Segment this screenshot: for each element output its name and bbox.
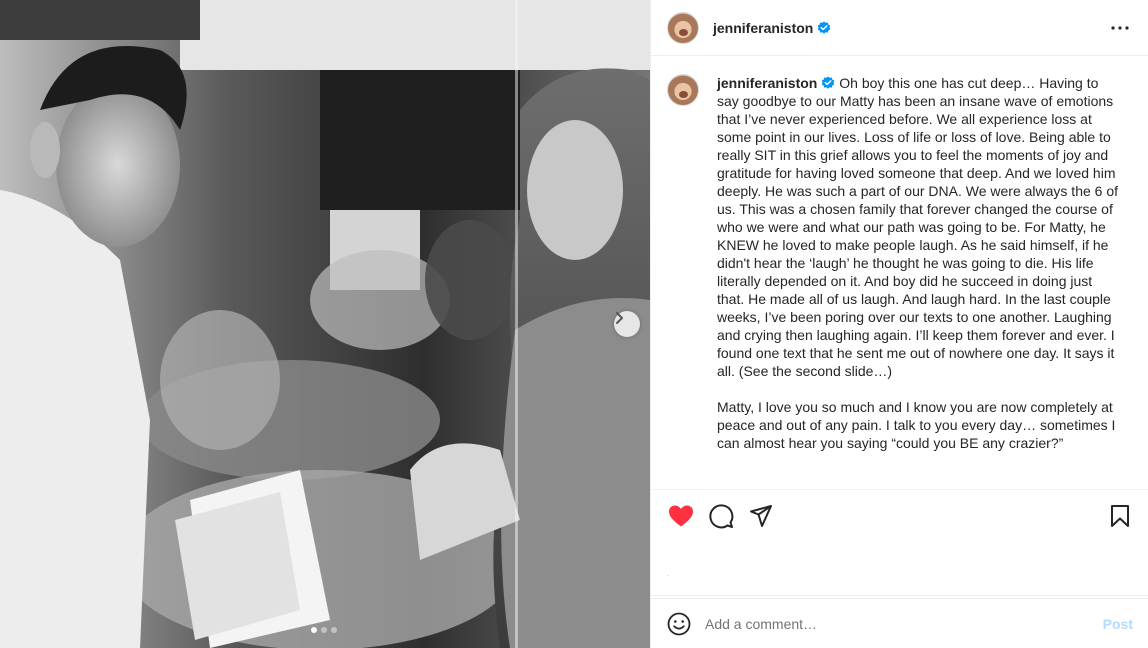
verified-badge-icon (818, 21, 831, 34)
share-icon (750, 505, 772, 527)
post-caption: jenniferaniston Oh boy this one has cut … (667, 74, 1132, 470)
emoji-icon (667, 612, 691, 635)
more-options-button[interactable] (1108, 16, 1132, 40)
emoji-button[interactable] (667, 612, 691, 636)
carousel-dot (331, 627, 337, 633)
post-details-panel: jenniferaniston jenniferaniston Oh boy t… (650, 0, 1148, 648)
post-media-carousel[interactable] (0, 0, 650, 648)
more-horizontal-icon (1111, 25, 1129, 30)
comment-button[interactable] (707, 502, 735, 530)
bookmark-icon (1111, 505, 1129, 527)
like-button[interactable] (667, 502, 695, 530)
carousel-dot (321, 627, 327, 633)
author-avatar[interactable] (667, 11, 699, 44)
post-comment-button[interactable]: Post (1103, 616, 1133, 632)
comment-bar: Post (651, 598, 1148, 648)
caption-paragraph: Matty, I love you so much and I know you… (717, 399, 1120, 451)
share-button[interactable] (747, 502, 775, 530)
save-button[interactable] (1106, 502, 1134, 530)
carousel-next-button[interactable] (614, 311, 640, 337)
caption-text: jenniferaniston Oh boy this one has cut … (717, 74, 1123, 470)
caption-author-avatar[interactable] (667, 74, 699, 106)
verified-badge-icon (822, 76, 835, 89)
carousel-indicator (311, 627, 337, 633)
caption-username[interactable]: jenniferaniston (717, 75, 817, 91)
post-photo (0, 0, 650, 648)
comment-icon (709, 504, 734, 529)
comment-input[interactable] (705, 615, 1103, 632)
post-header: jenniferaniston (651, 0, 1148, 56)
author-username[interactable]: jenniferaniston (713, 20, 813, 36)
likes-text: . (667, 572, 669, 578)
caption-paragraph: jenniferaniston Oh boy this one has cut … (717, 74, 1123, 380)
likes-section: . (651, 542, 1148, 596)
heart-filled-icon (669, 505, 693, 527)
comments-scroll-area[interactable]: jenniferaniston Oh boy this one has cut … (651, 56, 1148, 490)
chevron-right-icon (616, 312, 623, 324)
post-actions (651, 490, 1148, 542)
caption-body: Oh boy this one has cut deep… Having to … (717, 75, 1122, 379)
carousel-dot (311, 627, 317, 633)
